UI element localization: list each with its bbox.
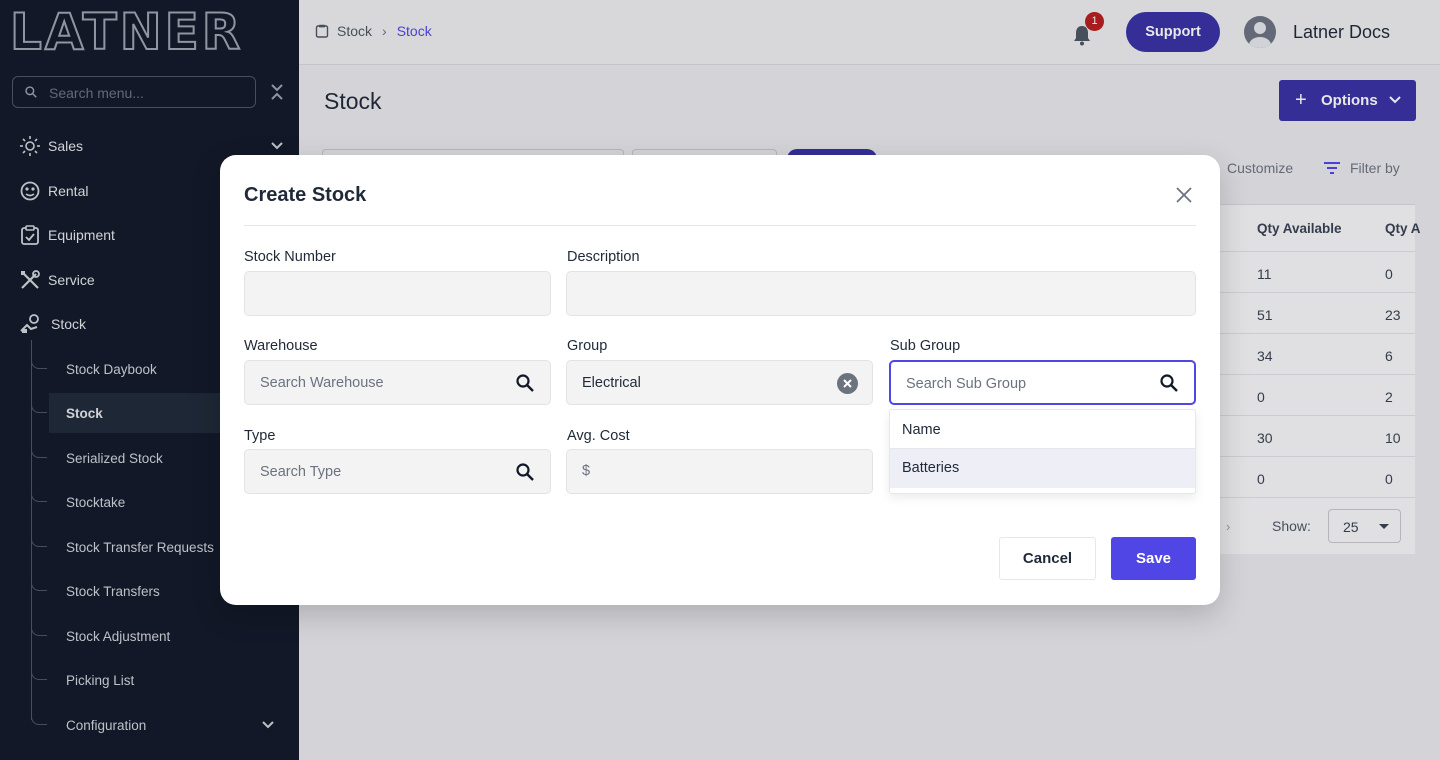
- search-icon[interactable]: [1159, 373, 1179, 393]
- close-icon[interactable]: [1174, 185, 1194, 205]
- search-icon[interactable]: [515, 373, 535, 393]
- description-input[interactable]: [582, 284, 1172, 304]
- modal-title: Create Stock: [244, 184, 367, 206]
- dropdown-option[interactable]: Batteries: [890, 449, 1195, 488]
- type-search-input[interactable]: [260, 462, 490, 482]
- sub-group-label: Sub Group: [890, 338, 961, 354]
- type-field[interactable]: [244, 449, 551, 494]
- sub-group-field[interactable]: [889, 360, 1196, 405]
- clear-icon[interactable]: [837, 373, 858, 394]
- cancel-button[interactable]: Cancel: [999, 537, 1096, 580]
- sub-group-dropdown: Name Batteries: [889, 409, 1196, 494]
- avg-cost-field[interactable]: $: [566, 449, 873, 494]
- description-label: Description: [567, 249, 640, 265]
- dropdown-header: Name: [890, 410, 1195, 449]
- currency-prefix: $: [582, 463, 591, 479]
- avg-cost-label: Avg. Cost: [567, 428, 630, 444]
- save-button[interactable]: Save: [1111, 537, 1196, 580]
- stock-number-input[interactable]: [260, 284, 490, 304]
- warehouse-field[interactable]: [244, 360, 551, 405]
- warehouse-label: Warehouse: [244, 338, 318, 354]
- avg-cost-input[interactable]: [599, 462, 829, 482]
- group-input[interactable]: [582, 373, 812, 393]
- group-field[interactable]: [566, 360, 873, 405]
- warehouse-search-input[interactable]: [260, 373, 490, 393]
- divider: [244, 225, 1196, 226]
- stock-number-field[interactable]: [244, 271, 551, 316]
- group-label: Group: [567, 338, 608, 354]
- create-stock-modal: Create Stock Stock Number Description Wa…: [220, 155, 1220, 605]
- description-field[interactable]: [566, 271, 1196, 316]
- sub-group-search-input[interactable]: [906, 374, 1136, 394]
- stock-number-label: Stock Number: [244, 249, 336, 265]
- type-label: Type: [244, 428, 276, 444]
- search-icon[interactable]: [515, 462, 535, 482]
